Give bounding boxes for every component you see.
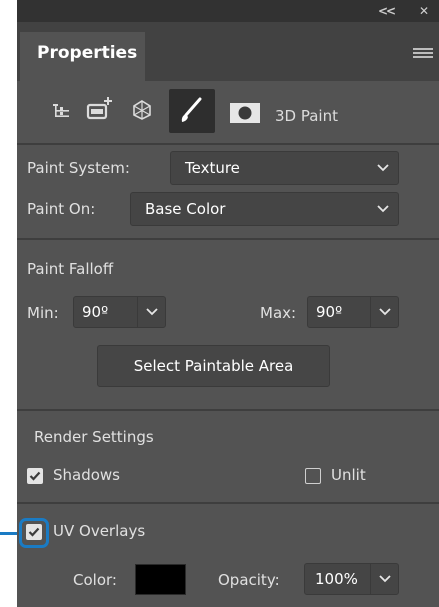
divider — [17, 143, 439, 145]
panel-menu-icon[interactable] — [413, 48, 433, 62]
shadows-checkbox[interactable] — [27, 468, 43, 484]
chevron-down-icon[interactable] — [378, 574, 392, 584]
shadows-label[interactable]: Shadows — [53, 466, 120, 484]
falloff-min-label: Min: — [27, 304, 59, 322]
falloff-min-value[interactable]: 90º — [82, 303, 108, 321]
paint-on-dropdown[interactable]: Base Color — [130, 192, 399, 226]
uv-color-swatch[interactable] — [135, 564, 186, 595]
tab-strip: Properties — [17, 22, 439, 81]
paint-system-dropdown[interactable]: Texture — [170, 151, 399, 185]
mesh-icon[interactable] — [85, 95, 115, 123]
coordinates-icon[interactable] — [131, 99, 153, 121]
paint-system-label: Paint System: — [27, 159, 130, 177]
close-icon[interactable]: ✕ — [415, 2, 433, 20]
paint-on-value: Base Color — [145, 200, 226, 218]
unlit-label[interactable]: Unlit — [331, 466, 366, 484]
mask-icon[interactable] — [230, 103, 260, 123]
uv-overlays-label[interactable]: UV Overlays — [53, 522, 145, 540]
falloff-max-combo[interactable]: 90º — [307, 296, 399, 328]
uv-opacity-value[interactable]: 100% — [315, 570, 358, 588]
unlit-checkbox[interactable] — [305, 468, 321, 484]
uv-opacity-combo[interactable]: 100% — [304, 563, 399, 595]
divider — [17, 409, 439, 411]
properties-icon-row: 3D Paint — [17, 81, 439, 143]
chevron-down-icon — [377, 205, 389, 213]
collapse-panels-icon[interactable]: << — [377, 2, 396, 20]
paint-system-value: Texture — [185, 159, 240, 177]
uv-opacity-label: Opacity: — [218, 571, 280, 589]
uv-overlays-checkbox[interactable] — [26, 524, 42, 540]
divider — [17, 502, 439, 504]
chevron-down-icon[interactable] — [378, 307, 392, 317]
scene-icon[interactable] — [51, 101, 71, 121]
falloff-min-combo[interactable]: 90º — [73, 296, 166, 328]
falloff-max-value[interactable]: 90º — [316, 303, 342, 321]
paint-brush-icon[interactable] — [169, 89, 215, 133]
chevron-down-icon[interactable] — [145, 307, 159, 317]
mode-label: 3D Paint — [275, 107, 338, 125]
falloff-max-label: Max: — [260, 304, 297, 322]
tab-properties[interactable]: Properties — [20, 32, 145, 81]
paint-on-label: Paint On: — [27, 200, 96, 218]
divider — [17, 238, 439, 240]
chevron-down-icon — [377, 164, 389, 172]
properties-panel: << ✕ Properties 3D Paint Paint System: T… — [17, 0, 439, 607]
panel-title-bar: << ✕ — [17, 0, 439, 22]
uv-color-label: Color: — [73, 571, 117, 589]
render-settings-title: Render Settings — [34, 428, 154, 446]
paint-falloff-title: Paint Falloff — [27, 260, 114, 278]
select-paintable-area-button[interactable]: Select Paintable Area — [97, 345, 330, 387]
